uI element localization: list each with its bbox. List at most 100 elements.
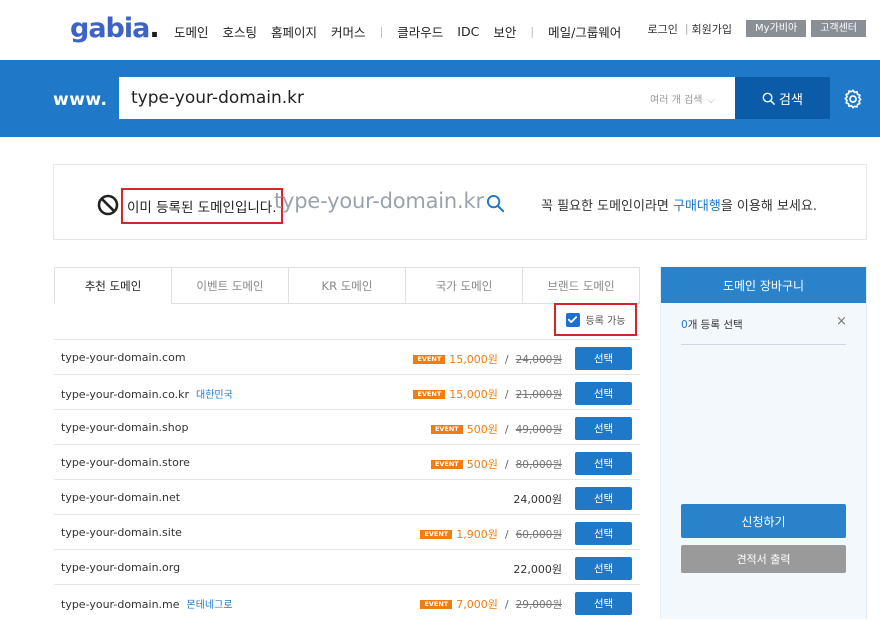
select-button[interactable]: 선택 — [575, 487, 632, 510]
price-info: EVENT 1,900원/60,000원 — [420, 526, 562, 542]
sale-price: 15,000원 — [449, 353, 498, 366]
region-label: 몬테네그로 — [186, 600, 233, 611]
nav-domain[interactable]: 도메인 — [174, 22, 209, 41]
original-price: 49,000원 — [515, 423, 562, 436]
select-button[interactable]: 선택 — [575, 417, 632, 440]
cart-count: 0개 등록 선택 — [681, 319, 743, 331]
sale-price: 7,000원 — [456, 598, 498, 611]
select-button[interactable]: 선택 — [575, 347, 632, 370]
table-row: type-your-domain.co.kr 대한민국 EVENT 15,000원 /… — [54, 374, 640, 409]
original-price: 60,000원 — [515, 528, 562, 541]
regular-price: 24,000원 — [513, 493, 562, 506]
table-row: type-your-domain.store EVENT 500원/80,000원… — [54, 444, 640, 479]
table-row: type-your-domain.shop EVENT 500원/49,000원 … — [54, 409, 640, 444]
price-info: EVENT 500원/49,000원 — [430, 421, 562, 437]
cart-divider — [681, 344, 846, 345]
original-price: 21,000원 — [515, 388, 562, 401]
signup-link[interactable]: 회원가입 — [692, 21, 732, 37]
purchase-agency-link[interactable]: 구매대행 — [673, 199, 721, 214]
search-box: 여러 개 검색⌵ — [119, 77, 735, 119]
event-badge: EVENT — [420, 529, 453, 539]
sale-price: 1,900원 — [456, 528, 498, 541]
chevron-down-icon: ⌵ — [707, 95, 715, 106]
nav-separator: | — [530, 25, 535, 38]
gabia-logo[interactable]: gabia. — [70, 13, 160, 44]
domain-name: type-your-domain.com — [61, 351, 186, 364]
sale-price: 500원 — [466, 423, 498, 436]
table-row: type-your-domain.site EVENT 1,900원/60,000… — [54, 514, 640, 549]
gear-icon[interactable] — [842, 88, 864, 110]
www-prefix: www. — [53, 90, 108, 110]
sale-price: 15,000원 — [449, 388, 498, 401]
nav-mail-groupware[interactable]: 메일/그룹웨어 — [548, 22, 621, 41]
search-button[interactable]: 검색 — [735, 77, 830, 119]
search-icon — [762, 92, 775, 105]
select-button[interactable]: 선택 — [575, 522, 632, 545]
event-badge: EVENT — [420, 599, 453, 609]
domain-name: type-your-domain.org — [61, 561, 181, 574]
price-info: EVENT 500원/80,000원 — [430, 456, 562, 472]
apply-button[interactable]: 신청하기 — [681, 504, 846, 538]
check-icon — [567, 316, 578, 324]
mygabia-button[interactable]: My가비아 — [746, 20, 807, 37]
support-button[interactable]: 고객센터 — [811, 20, 866, 37]
print-quote-button[interactable]: 견적서 출력 — [681, 545, 846, 573]
regular-price: 22,000원 — [513, 563, 562, 576]
event-badge: EVENT — [413, 389, 446, 399]
nav-commerce[interactable]: 커머스 — [331, 22, 366, 41]
registered-message: 이미 등록된 도메인입니다. — [121, 188, 283, 224]
price-info: 22,000원 — [513, 561, 562, 577]
event-badge: EVENT — [430, 424, 463, 434]
nav-cloud[interactable]: 클라우드 — [397, 22, 443, 41]
event-badge: EVENT — [430, 459, 463, 469]
event-badge: EVENT — [413, 354, 446, 364]
utility-links: 로그인 | 회원가입 My가비아 고객센터 — [647, 20, 866, 37]
original-price: 29,000원 — [515, 598, 562, 611]
nav-security[interactable]: 보안 — [493, 22, 516, 41]
select-button[interactable]: 선택 — [575, 382, 632, 405]
domain-name: type-your-domain.shop — [61, 421, 189, 434]
price-info: EVENT 15,000원/24,000원 — [413, 351, 562, 367]
table-row: type-your-domain.net 24,000원 선택 — [54, 479, 640, 514]
main-nav: 도메인 호스팅 홈페이지 커머스 | 클라우드 IDC 보안 | 메일/그룹웨어 — [174, 22, 635, 41]
util-separator: | — [684, 22, 689, 35]
nav-separator: | — [379, 25, 384, 38]
queried-domain: type-your-domain.kr — [274, 189, 484, 213]
cart-title: 도메인 장바구니 — [661, 267, 866, 303]
domain-list: type-your-domain.com EVENT 15,000원/24,000… — [54, 339, 640, 619]
available-checkbox[interactable] — [565, 312, 580, 327]
domain-name: type-your-domain.me 몬테네그로 — [61, 598, 233, 611]
search-icon[interactable] — [486, 194, 505, 213]
domain-tabs: 추천 도메인 이벤트 도메인 KR 도메인 국가 도메인 브랜드 도메인 — [54, 267, 640, 304]
region-label: 대한민국 — [196, 390, 233, 401]
domain-search-input[interactable] — [131, 77, 611, 119]
nav-homepage[interactable]: 홈페이지 — [271, 22, 317, 41]
tab-kr[interactable]: KR 도메인 — [289, 267, 406, 303]
nav-idc[interactable]: IDC — [457, 24, 479, 39]
tab-recommended[interactable]: 추천 도메인 — [54, 267, 172, 304]
purchase-agency-message: 꼭 필요한 도메인이라면 구매대행을 이용해 보세요. — [541, 199, 817, 214]
select-button[interactable]: 선택 — [575, 452, 632, 475]
price-info: EVENT 15,000원/21,000원 — [413, 386, 562, 402]
table-row: type-your-domain.org 22,000원 선택 — [54, 549, 640, 584]
tab-event[interactable]: 이벤트 도메인 — [172, 267, 289, 303]
price-info: EVENT 7,000원/29,000원 — [420, 596, 562, 612]
tab-brand[interactable]: 브랜드 도메인 — [523, 267, 640, 303]
domain-name: type-your-domain.co.kr 대한민국 — [61, 388, 233, 401]
prohibited-icon — [97, 194, 119, 216]
available-only-filter[interactable]: 등록 가능 — [554, 303, 637, 336]
domain-cart: 도메인 장바구니 0개 등록 선택 × 신청하기 견적서 출력 — [660, 267, 867, 619]
select-button[interactable]: 선택 — [575, 592, 632, 615]
domain-name: type-your-domain.site — [61, 526, 182, 539]
login-link[interactable]: 로그인 — [647, 21, 677, 37]
table-row: type-your-domain.com EVENT 15,000원/24,000… — [54, 339, 640, 374]
select-button[interactable]: 선택 — [575, 557, 632, 580]
table-row: type-your-domain.me 몬테네그로 EVENT 7,000원/29,… — [54, 584, 640, 619]
original-price: 80,000원 — [515, 458, 562, 471]
domain-name: type-your-domain.store — [61, 456, 190, 469]
domain-name: type-your-domain.net — [61, 491, 181, 504]
multi-search-toggle[interactable]: 여러 개 검색 ⌵ — [650, 91, 715, 106]
nav-hosting[interactable]: 호스팅 — [223, 22, 258, 41]
tab-country[interactable]: 국가 도메인 — [406, 267, 523, 303]
clear-cart-icon[interactable]: × — [836, 314, 847, 329]
